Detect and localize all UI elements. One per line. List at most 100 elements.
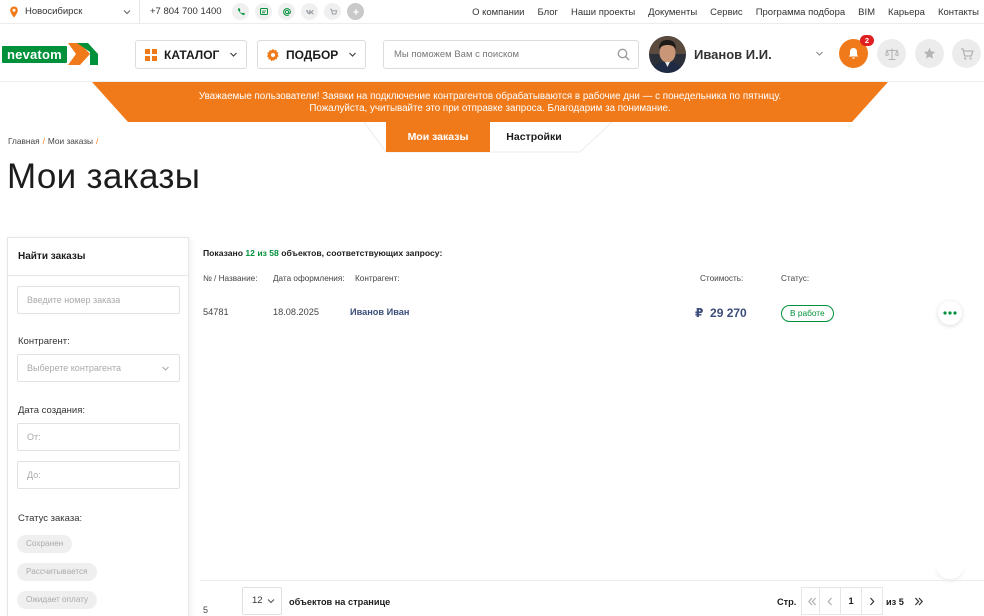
- cart-button[interactable]: [952, 39, 981, 68]
- order-cost: ₽ 29 270: [695, 306, 747, 320]
- notice-banner: Уважаемые пользователи! Заявки на подклю…: [92, 82, 888, 122]
- location-pin-icon: [10, 6, 18, 17]
- notifications-badge: 2: [860, 35, 874, 46]
- row-actions-button[interactable]: [938, 301, 962, 325]
- phone-number[interactable]: +7 804 700 1400: [140, 6, 228, 17]
- vk-icon[interactable]: [301, 3, 318, 20]
- catalog-button[interactable]: КАТАЛОГ: [135, 40, 248, 69]
- nav-about[interactable]: О компании: [472, 7, 524, 18]
- cut-off-text: 5: [203, 605, 209, 615]
- contractor-select[interactable]: Выберете контрагента: [17, 354, 180, 382]
- phone-call-icon[interactable]: [232, 3, 249, 20]
- nav-contacts[interactable]: Контакты: [938, 7, 979, 18]
- compare-button[interactable]: [877, 39, 906, 68]
- decorative-shadow: [936, 565, 964, 579]
- search-input[interactable]: [384, 41, 610, 68]
- star-icon: [923, 47, 936, 59]
- breadcrumb-current[interactable]: Мои заказы: [48, 136, 93, 146]
- next-page-button[interactable]: [861, 587, 883, 615]
- grid-icon: [145, 48, 157, 61]
- chevron-left-icon: [827, 597, 832, 605]
- pagination-bar: 5 12 объектов на странице Стр. 1 из 5: [200, 580, 984, 616]
- market-icon[interactable]: [324, 3, 341, 20]
- gear-icon: [266, 48, 279, 61]
- status-chip-awaiting-payment[interactable]: Ожидает оплату: [17, 591, 98, 609]
- per-page-select[interactable]: 12: [242, 587, 282, 615]
- last-page-button[interactable]: [908, 587, 930, 615]
- catalog-label: КАТАЛОГ: [164, 47, 220, 62]
- filter-title: Найти заказы: [8, 238, 188, 276]
- chevron-down-icon[interactable]: [815, 49, 824, 58]
- bell-icon: [848, 48, 859, 59]
- status-badge: В работе: [781, 305, 834, 322]
- social-links: [232, 3, 364, 20]
- page-title: Мои заказы: [7, 157, 201, 196]
- order-number[interactable]: 54781: [203, 307, 229, 317]
- order-contractor[interactable]: Иванов Иван: [350, 307, 409, 317]
- order-date: 18.08.2025: [273, 307, 319, 317]
- date-from-input[interactable]: [17, 423, 180, 451]
- breadcrumb-separator: /: [95, 136, 99, 146]
- cart-icon: [960, 47, 974, 60]
- status-chip-saved[interactable]: Сохранен: [17, 535, 73, 553]
- nav-bim[interactable]: BIM: [858, 7, 875, 18]
- nav-documents[interactable]: Документы: [648, 7, 697, 18]
- notice-text: Уважаемые пользователи! Заявки на подклю…: [92, 91, 888, 114]
- results-count: 12 из 58: [245, 248, 279, 258]
- selection-button[interactable]: ПОДБОР: [257, 40, 367, 69]
- nav-careers[interactable]: Карьера: [888, 7, 925, 18]
- add-icon[interactable]: [347, 3, 364, 20]
- logo[interactable]: nevatom: [2, 43, 98, 65]
- logo-mark-icon: [67, 43, 98, 65]
- contractor-label: Контрагент:: [18, 336, 70, 347]
- column-header-status: Статус:: [781, 274, 810, 283]
- email-at-icon[interactable]: [278, 3, 295, 20]
- scales-icon: [884, 48, 899, 60]
- city-selector[interactable]: Новосибирск: [0, 0, 140, 24]
- filter-panel: Найти заказы Контрагент: Выберете контра…: [7, 237, 189, 616]
- order-number-input[interactable]: [17, 286, 180, 314]
- chevron-down-icon: [349, 52, 357, 57]
- top-nav: О компании Блог Наши проекты Документы С…: [472, 0, 979, 24]
- nav-service[interactable]: Сервис: [710, 7, 743, 18]
- search-box: [383, 40, 639, 69]
- order-cost-value: 29 270: [710, 306, 747, 320]
- status-label: Статус заказа:: [18, 513, 83, 524]
- contractor-select-placeholder: Выберете контрагента: [27, 363, 122, 373]
- current-page[interactable]: 1: [840, 587, 862, 615]
- notice-line-1: Уважаемые пользователи! Заявки на подклю…: [198, 91, 782, 102]
- results-summary-prefix: Показано: [203, 248, 243, 258]
- avatar: [649, 36, 686, 73]
- nav-projects[interactable]: Наши проекты: [571, 7, 635, 18]
- date-label: Дата создания:: [18, 405, 86, 416]
- double-chevron-right-icon: [914, 597, 924, 605]
- breadcrumb: Главная / Мои заказы /: [8, 136, 101, 146]
- nav-selection-program[interactable]: Программа подбора: [756, 7, 845, 18]
- date-to-input[interactable]: [17, 461, 180, 489]
- prev-page-button[interactable]: [819, 587, 841, 615]
- per-page-value: 12: [252, 595, 263, 606]
- per-page-label: объектов на странице: [289, 597, 391, 607]
- account-tabs: Мои заказы Настройки: [364, 122, 612, 154]
- status-chip-calculating[interactable]: Рассчитывается: [17, 563, 97, 581]
- notice-line-2: Пожалуйста, учитывайте это при отправке …: [309, 102, 671, 114]
- column-header-cost: Стоимость:: [700, 274, 744, 283]
- main-header: nevatom КАТАЛОГ ПОДБОР Мы поможем Вам с …: [0, 24, 984, 82]
- currency-symbol: ₽: [695, 306, 704, 320]
- nav-blog[interactable]: Блог: [537, 7, 558, 18]
- favorites-button[interactable]: [915, 39, 944, 68]
- tab-my-orders[interactable]: Мои заказы: [386, 122, 490, 152]
- breadcrumb-separator: /: [42, 136, 45, 146]
- results-summary-suffix: объектов, соответствующих запросу:: [281, 248, 443, 258]
- chevron-down-icon: [267, 599, 275, 604]
- total-pages: из 5: [886, 597, 904, 607]
- tab-settings[interactable]: Настройки: [490, 122, 578, 152]
- message-icon[interactable]: [255, 3, 272, 20]
- logo-wordmark: nevatom: [2, 45, 67, 63]
- page-label: Стр.: [777, 597, 797, 607]
- user-menu[interactable]: Иванов И.И.: [649, 36, 772, 73]
- breadcrumb-home[interactable]: Главная: [8, 136, 40, 146]
- search-icon[interactable]: [617, 48, 630, 61]
- chevron-down-icon: [162, 366, 169, 371]
- chevron-right-icon: [870, 597, 875, 605]
